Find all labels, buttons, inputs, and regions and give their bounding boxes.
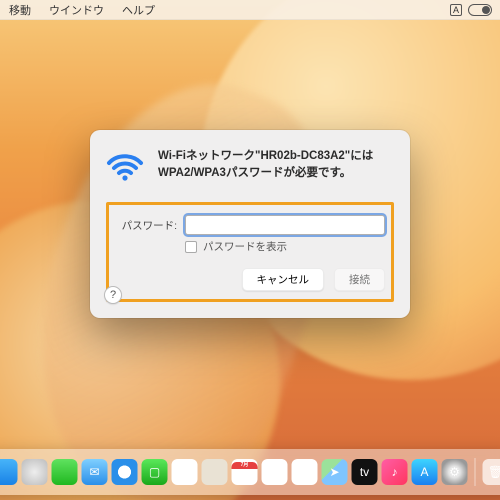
dock-app-facetime[interactable]: ▢	[142, 459, 168, 485]
dock-app-tv[interactable]: tv	[352, 459, 378, 485]
cancel-button[interactable]: キャンセル	[242, 268, 325, 291]
input-source-indicator[interactable]: A	[450, 4, 462, 16]
dock-app-calendar[interactable]: 7月 5	[232, 459, 258, 485]
menu-bar: 移動 ウインドウ ヘルプ A	[0, 0, 500, 20]
password-label: パスワード:	[115, 218, 177, 233]
connect-button[interactable]: 接続	[334, 268, 385, 291]
input-highlight-area: パスワード: パスワードを表示 キャンセル 接続	[106, 202, 394, 302]
dialog-title: Wi-Fiネットワーク"HR02b-DC83A2"にはWPA2/WPA3パスワー…	[158, 148, 394, 186]
dock-app-photos[interactable]: ✿	[172, 459, 198, 485]
control-center-toggle[interactable]	[468, 4, 492, 16]
dock-app-music[interactable]: ♪	[382, 459, 408, 485]
dock-app-messages[interactable]	[52, 459, 78, 485]
dock-app-notes[interactable]: ≣	[292, 459, 318, 485]
dock-trash[interactable]: 🗑	[483, 459, 500, 485]
password-input[interactable]	[185, 215, 385, 235]
wifi-password-dialog: Wi-Fiネットワーク"HR02b-DC83A2"にはWPA2/WPA3パスワー…	[90, 130, 410, 318]
dock-app-contacts[interactable]	[202, 459, 228, 485]
wifi-icon	[106, 148, 144, 186]
dock-app-maps[interactable]: ➤	[322, 459, 348, 485]
dock-app-appstore[interactable]: A	[412, 459, 438, 485]
calendar-day: 5	[241, 469, 248, 483]
menu-help[interactable]: ヘルプ	[113, 2, 164, 18]
dock-app-settings[interactable]: ⚙	[442, 459, 468, 485]
dock-separator	[475, 458, 476, 486]
calendar-month: 7月	[232, 462, 258, 469]
dock-app-finder[interactable]	[0, 459, 18, 485]
show-password-label: パスワードを表示	[203, 239, 287, 254]
menu-window[interactable]: ウインドウ	[40, 2, 113, 18]
show-password-checkbox[interactable]	[185, 241, 197, 253]
help-button[interactable]: ?	[104, 286, 122, 304]
dock: ✉︎ ▢ ✿ 7月 5 ≣ ≣ ➤ tv ♪ A ⚙ 🗑	[0, 449, 500, 495]
dock-app-mail[interactable]: ✉︎	[82, 459, 108, 485]
dock-app-reminders[interactable]: ≣	[262, 459, 288, 485]
dock-app-safari[interactable]	[112, 459, 138, 485]
dock-app-launchpad[interactable]	[22, 459, 48, 485]
menu-go[interactable]: 移動	[0, 2, 40, 18]
